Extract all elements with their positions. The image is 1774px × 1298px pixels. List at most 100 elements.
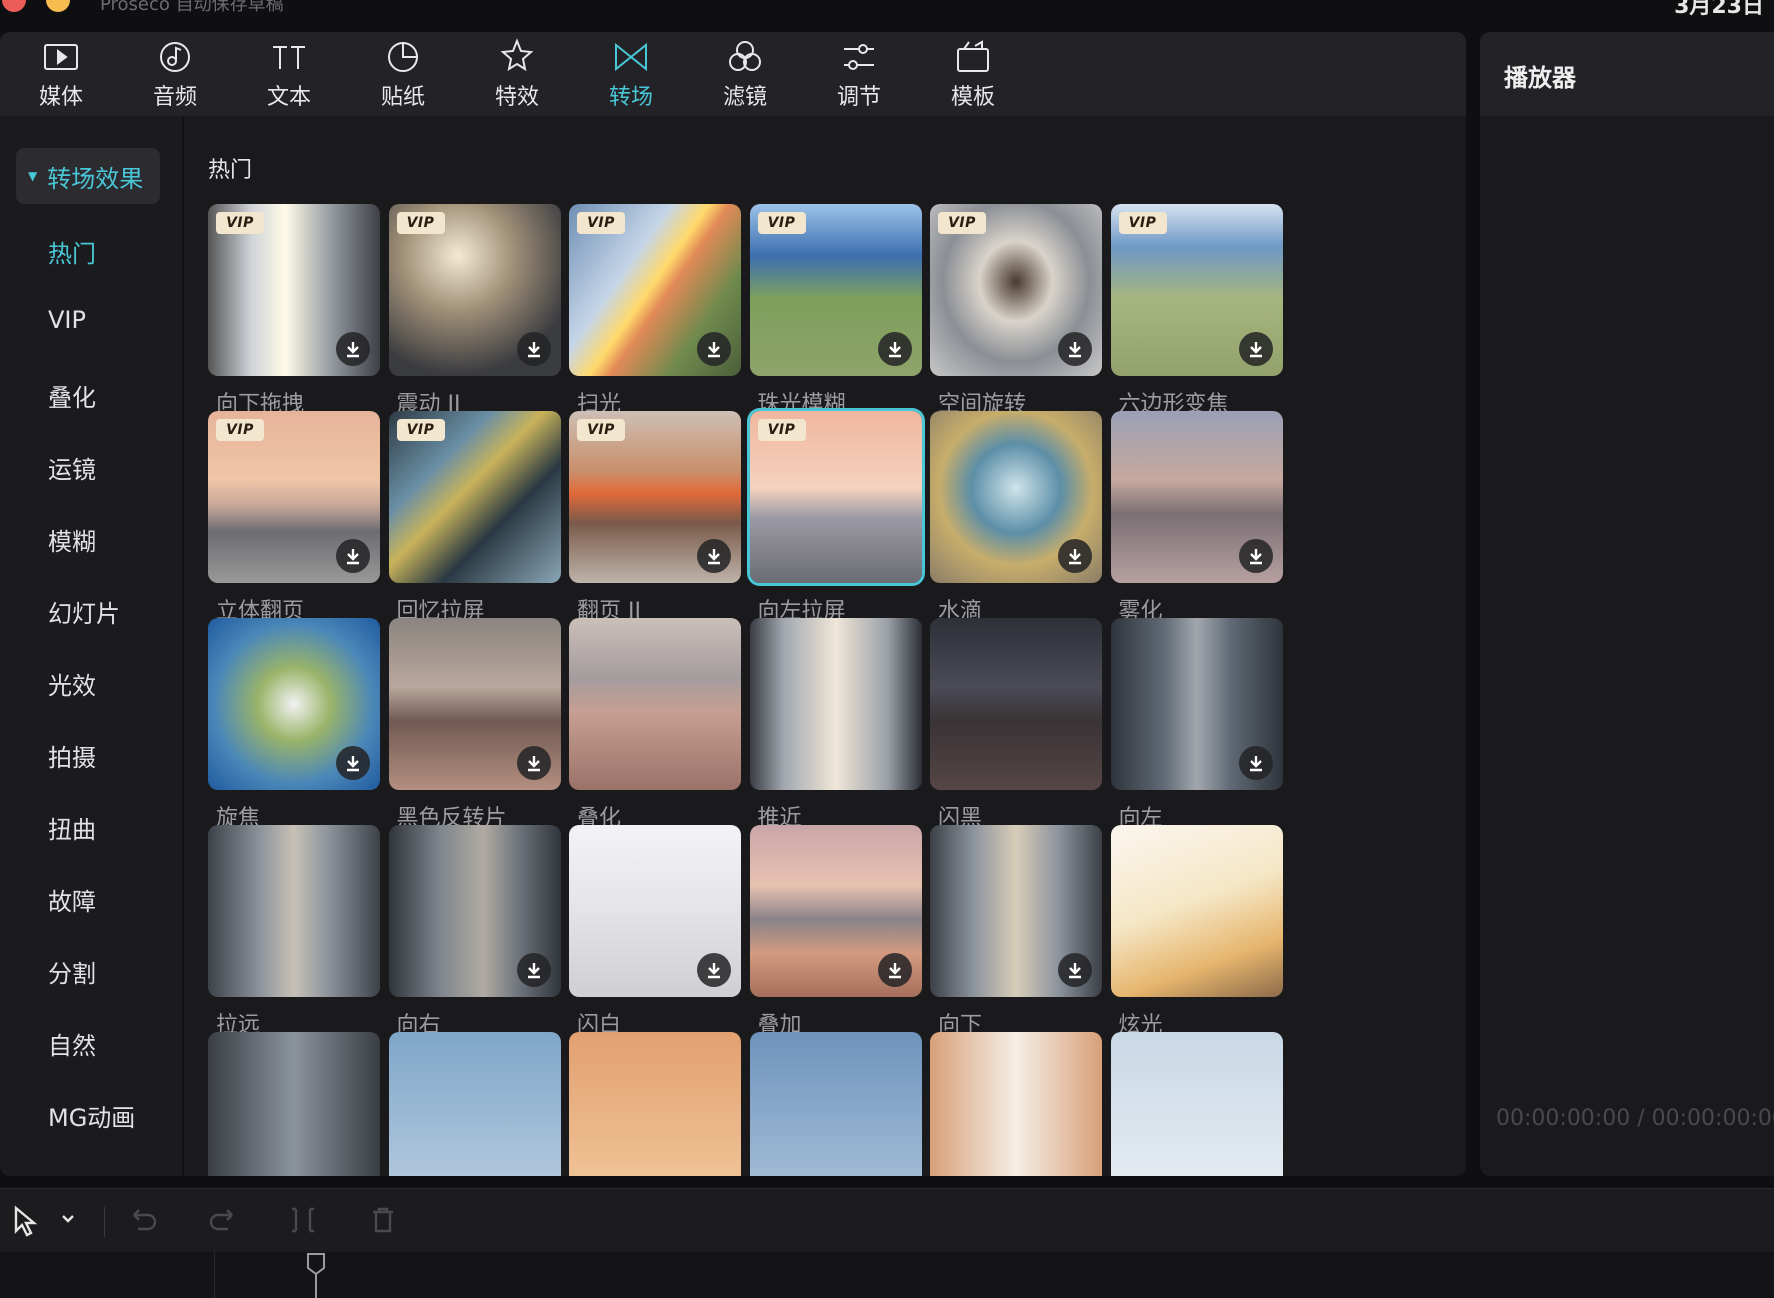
sidebar-item-glitch[interactable]: 故障 — [48, 882, 96, 917]
effect-card[interactable]: VIP 向下拖拽 — [208, 204, 380, 418]
effect-thumbnail[interactable] — [930, 618, 1102, 790]
sidebar-item-distort[interactable]: 扭曲 — [48, 810, 96, 845]
sidebar-item-shoot[interactable]: 拍摄 — [48, 738, 96, 773]
effect-thumbnail[interactable]: VIP — [749, 204, 922, 376]
redo-icon[interactable] — [208, 1205, 238, 1235]
effect-card[interactable]: 推近 — [749, 618, 922, 832]
sidebar-item-light[interactable]: 光效 — [48, 666, 96, 701]
download-button[interactable] — [1058, 332, 1092, 366]
download-button[interactable] — [516, 953, 551, 987]
download-button[interactable] — [336, 332, 370, 366]
minimize-window-button[interactable] — [46, 0, 70, 12]
effect-card[interactable]: VIP 立体翻页 — [208, 411, 380, 625]
effect-thumbnail[interactable]: VIP — [208, 204, 380, 376]
sidebar-item-vip[interactable]: VIP — [48, 306, 86, 334]
effect-card[interactable]: 旋焦 — [208, 618, 380, 832]
effect-card[interactable]: VIP 翻页 II — [569, 411, 741, 625]
sidebar-item-blur[interactable]: 模糊 — [48, 522, 96, 557]
download-button[interactable] — [1238, 746, 1273, 780]
tab-filter[interactable]: 滤镜 — [688, 32, 802, 116]
sidebar-item-camera[interactable]: 运镜 — [48, 450, 96, 485]
effect-thumbnail[interactable] — [388, 1032, 561, 1176]
download-button[interactable] — [516, 746, 551, 780]
effect-card[interactable]: VIP 空间旋转 — [930, 204, 1102, 418]
tab-sticker[interactable]: 贴纸 — [346, 32, 460, 116]
tab-audio[interactable]: 音频 — [118, 32, 232, 116]
effect-thumbnail[interactable] — [1110, 411, 1283, 583]
download-button[interactable] — [697, 539, 731, 573]
effect-thumbnail[interactable] — [930, 411, 1102, 583]
effect-thumbnail[interactable] — [930, 825, 1102, 997]
effect-card[interactable]: 闪黑 — [930, 618, 1102, 832]
tab-transition[interactable]: 转场 — [574, 32, 688, 116]
effect-thumbnail[interactable]: VIP — [388, 204, 561, 376]
effect-card[interactable]: 向右 — [388, 825, 561, 1039]
effect-card[interactable]: 炫光 — [1110, 825, 1283, 1039]
select-pointer-icon[interactable] — [12, 1205, 40, 1237]
split-icon[interactable] — [288, 1205, 318, 1235]
effect-thumbnail[interactable]: VIP — [388, 411, 561, 583]
download-button[interactable] — [516, 332, 551, 366]
sidebar-item-split[interactable]: 分割 — [48, 954, 96, 989]
timeline-ruler[interactable] — [0, 1252, 1774, 1298]
download-button[interactable] — [336, 539, 370, 573]
effect-thumbnail[interactable] — [569, 1032, 741, 1176]
download-button[interactable] — [1058, 539, 1092, 573]
effect-thumbnail[interactable] — [749, 825, 922, 997]
sidebar-item-dissolve[interactable]: 叠化 — [48, 378, 96, 413]
close-window-button[interactable] — [2, 0, 26, 12]
effect-thumbnail[interactable]: VIP — [1110, 204, 1283, 376]
effect-card[interactable]: 黑色反转片 — [388, 618, 561, 832]
sidebar-item-nature[interactable]: 自然 — [48, 1026, 96, 1061]
download-button[interactable] — [1238, 332, 1273, 366]
tab-template[interactable]: 模板 — [916, 32, 1030, 116]
download-button[interactable] — [1058, 953, 1092, 987]
download-button[interactable] — [336, 746, 370, 780]
effect-thumbnail[interactable] — [388, 825, 561, 997]
effect-thumbnail[interactable] — [208, 1032, 380, 1176]
effect-card[interactable]: VIP 六边形变焦 — [1110, 204, 1283, 418]
effect-thumbnail[interactable]: VIP — [569, 204, 741, 376]
delete-icon[interactable] — [368, 1205, 398, 1235]
effect-card[interactable]: VIP 震动 II — [388, 204, 561, 418]
tab-media[interactable]: 媒体 — [4, 32, 118, 116]
effect-thumbnail[interactable] — [388, 618, 561, 790]
effect-thumbnail[interactable]: VIP — [930, 204, 1102, 376]
effect-card[interactable]: 水滴 — [930, 411, 1102, 625]
effect-card[interactable]: 向左 — [1110, 618, 1283, 832]
effect-thumbnail[interactable] — [1110, 618, 1283, 790]
tab-adjust[interactable]: 调节 — [802, 32, 916, 116]
download-button[interactable] — [1238, 539, 1273, 573]
effect-thumbnail[interactable] — [208, 618, 380, 790]
effect-card[interactable]: 闪白 — [569, 825, 741, 1039]
effect-card[interactable]: VIP 向左拉屏 — [749, 411, 922, 625]
effect-thumbnail[interactable] — [208, 825, 380, 997]
download-button[interactable] — [697, 332, 731, 366]
effect-thumbnail[interactable] — [1110, 1032, 1283, 1176]
effect-card[interactable]: 雾化 — [1110, 411, 1283, 625]
effect-thumbnail[interactable] — [1110, 825, 1283, 997]
effect-thumbnail[interactable]: VIP — [208, 411, 380, 583]
tab-text[interactable]: 文本 — [232, 32, 346, 116]
sidebar-item-mg-animation[interactable]: MG动画 — [48, 1098, 135, 1133]
effect-thumbnail[interactable]: VIP — [569, 411, 741, 583]
effect-card[interactable]: VIP 回忆拉屏 — [388, 411, 561, 625]
effect-thumbnail[interactable] — [569, 825, 741, 997]
effect-card[interactable]: VIP 珠光模糊 — [749, 204, 922, 418]
chevron-down-icon[interactable] — [60, 1211, 76, 1227]
download-button[interactable] — [877, 953, 912, 987]
effect-card[interactable]: 向下 — [930, 825, 1102, 1039]
sidebar-item-slideshow[interactable]: 幻灯片 — [48, 594, 120, 629]
playhead-icon[interactable] — [304, 1252, 328, 1298]
effect-thumbnail[interactable]: VIP — [749, 411, 922, 583]
effect-card[interactable]: VIP 扫光 — [569, 204, 741, 418]
undo-icon[interactable] — [128, 1205, 158, 1235]
effect-thumbnail[interactable] — [749, 618, 922, 790]
effect-thumbnail[interactable] — [930, 1032, 1102, 1176]
download-button[interactable] — [877, 332, 912, 366]
effect-card[interactable]: 叠加 — [749, 825, 922, 1039]
download-button[interactable] — [697, 953, 731, 987]
effect-card[interactable]: 叠化 — [569, 618, 741, 832]
effect-thumbnail[interactable] — [569, 618, 741, 790]
tab-effects[interactable]: 特效 — [460, 32, 574, 116]
